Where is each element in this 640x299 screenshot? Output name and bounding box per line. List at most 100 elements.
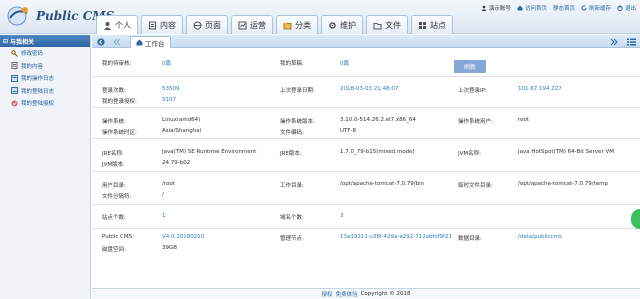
header-links: 演示账号 访问首页 静态首页 刷新缓存 退出 xyxy=(481,4,636,12)
jvm-version-value: 24.79-b02 xyxy=(162,160,191,166)
nav-tab-label: 文件 xyxy=(385,20,401,30)
sidebar-item-my-content[interactable]: 我的内容 xyxy=(0,60,90,73)
sidebar-item-login-auth[interactable]: 我的登陆授权 xyxy=(0,97,90,110)
os-value: Linux(amd64) xyxy=(162,117,201,123)
os-timezone-label: 操作系统时区: xyxy=(102,130,137,136)
nav-tab-page[interactable]: 页面 xyxy=(186,15,228,34)
data-dir-label: 数据目录: xyxy=(458,236,482,242)
free-trial-link[interactable]: 免费体验 xyxy=(336,290,358,298)
disk-space-label: 磁盘空间: xyxy=(102,247,126,253)
key-icon xyxy=(11,50,18,57)
content-icon xyxy=(11,62,18,70)
manage-node-label: 管理节点: xyxy=(280,236,304,242)
back-button[interactable] xyxy=(96,36,106,47)
visit-home-link[interactable]: 访问首页 xyxy=(517,4,547,12)
user-icon xyxy=(104,21,111,30)
os-label: 操作系统: xyxy=(102,119,126,125)
list-icon xyxy=(626,38,636,45)
back-circle-icon xyxy=(97,37,105,46)
cms-version-value[interactable]: V4.0.20180210 xyxy=(162,234,204,240)
nav-tab-site[interactable]: 站点 xyxy=(411,15,453,34)
sidebar: ⊟ 与我相关 修改密码 我的内容 我的操作日志 我的登陆日志 我的登陆授权 xyxy=(0,35,91,299)
static-home-link[interactable]: 静态首页 xyxy=(553,4,575,12)
info-row: Public CMS: V4.0.20180210 磁盘空间: 39GB 管理节… xyxy=(92,229,640,260)
drafts-label: 我的草稿: xyxy=(280,61,304,67)
document-icon xyxy=(149,21,156,29)
drafts-value[interactable]: 0篇 xyxy=(340,59,349,67)
jre-version-value: 1.7.0_79-b15(mixed mode) xyxy=(340,149,415,155)
category-icon xyxy=(283,22,292,29)
current-user[interactable]: 演示账号 xyxy=(481,4,511,12)
pending-review-value[interactable]: 0篇 xyxy=(162,59,171,67)
tab-list-button[interactable] xyxy=(626,36,636,47)
login-auth-label: 我的登录授权: xyxy=(102,99,137,105)
os-version-label: 操作系统版本: xyxy=(280,119,315,125)
domain-count-label: 域名个数: xyxy=(280,215,304,221)
double-chevron-left-icon xyxy=(113,38,121,45)
sidebar-header[interactable]: ⊟ 与我相关 xyxy=(0,35,90,47)
nav-tab-operation[interactable]: 运营 xyxy=(231,15,273,34)
jvm-name-label: JVM名称: xyxy=(458,151,481,157)
main-nav: 个人 内容 页面 运营 分类 维护 文件 站点 xyxy=(96,15,453,34)
jre-version-label: JRE版本: xyxy=(280,151,302,157)
jvm-version-label: JVM版本: xyxy=(102,162,125,168)
site-icon xyxy=(419,21,426,29)
site-count-label: 站点个数: xyxy=(102,215,126,221)
data-dir-value: /data/publiccms xyxy=(518,234,562,240)
login-log-icon xyxy=(11,87,18,95)
nav-tab-label: 页面 xyxy=(205,20,221,30)
login-count-value[interactable]: 53509 xyxy=(162,86,180,92)
os-user-label: 操作系统用户: xyxy=(458,119,493,125)
nav-tab-content[interactable]: 内容 xyxy=(141,15,183,34)
footer: 授权 免费体验 Copyright © 2018 xyxy=(92,288,640,299)
sidebar-item-login-log[interactable]: 我的登陆日志 xyxy=(0,85,90,98)
manage-node-value: 13a19211-c38f-429a-a292-712abfcf9f21 xyxy=(340,234,452,240)
jvm-name-value: Java HotSpot(TM) 64-Bit Server VM xyxy=(518,149,614,155)
login-count-label: 登录次数: xyxy=(102,88,126,94)
last-login-date-value: 2018-03-03 21:48:07 xyxy=(340,86,399,92)
site-count-value[interactable]: 1 xyxy=(162,213,166,219)
domain-count-value[interactable]: 3 xyxy=(340,213,344,219)
info-row: 登录次数: 53509 我的登录授权: 5107 上次登录日期: 2018-03… xyxy=(92,77,640,108)
nav-tab-personal[interactable]: 个人 xyxy=(96,15,138,34)
maintenance-icon xyxy=(329,21,336,29)
double-chevron-right-icon xyxy=(610,38,618,45)
login-auth-value[interactable]: 5107 xyxy=(162,97,176,103)
header: Public CMS 个人 内容 页面 运营 分类 维护 文件 站点 演示账号 … xyxy=(0,0,640,34)
nav-tab-label: 内容 xyxy=(160,20,176,30)
os-version-value: 3.10.0-514.26.2.el7.x86_64 xyxy=(340,117,416,123)
temp-dir-label: 临时文件目录: xyxy=(458,183,493,189)
info-row: 用户目录: /root 文件分隔符: / 工作目录: /opt/apache-t… xyxy=(92,172,640,205)
nav-tab-file[interactable]: 文件 xyxy=(366,15,408,34)
pending-review-label: 我的待审核: xyxy=(102,61,132,67)
refresh-icon xyxy=(581,5,587,11)
page-icon xyxy=(193,21,202,29)
user-dir-label: 用户目录: xyxy=(102,183,126,189)
scroll-right-button[interactable] xyxy=(609,36,619,47)
logout-link[interactable]: 退出 xyxy=(617,4,636,12)
tab-workbench[interactable]: 工作台 xyxy=(130,36,171,48)
sidebar-item-operation-log[interactable]: 我的操作日志 xyxy=(0,72,90,85)
temp-dir-value: /opt/apache-tomcat-7.0.79/temp xyxy=(518,181,608,187)
workbench-panel: 我的待审核: 0篇 我的草稿: 0篇 刷新 登录次数: 53509 我的登录授权… xyxy=(92,49,640,288)
refresh-cache-link[interactable]: 刷新缓存 xyxy=(581,4,611,12)
sidebar-item-change-password[interactable]: 修改密码 xyxy=(0,47,90,60)
license-link[interactable]: 授权 xyxy=(322,290,333,298)
nav-tab-category[interactable]: 分类 xyxy=(276,15,318,34)
work-dir-label: 工作目录: xyxy=(280,183,304,189)
operation-icon xyxy=(238,21,247,29)
nav-tab-label: 运营 xyxy=(250,20,266,30)
nav-tab-maintenance[interactable]: 维护 xyxy=(321,15,363,34)
nav-tab-label: 分类 xyxy=(295,20,311,30)
last-login-ip-label: 上次登录IP: xyxy=(458,88,487,94)
refresh-button[interactable]: 刷新 xyxy=(454,60,486,73)
nav-tab-label: 个人 xyxy=(115,20,131,30)
work-dir-value: /opt/apache-tomcat-7.0.79/bin xyxy=(340,181,425,187)
file-separator-label: 文件分隔符: xyxy=(102,194,132,200)
last-login-date-label: 上次登录日期: xyxy=(280,88,315,94)
side-float-button[interactable] xyxy=(631,209,640,229)
home-icon xyxy=(517,5,523,11)
scroll-left-button[interactable] xyxy=(112,36,122,47)
file-separator-value: / xyxy=(162,192,164,198)
collapse-icon: ⊟ xyxy=(3,37,9,45)
